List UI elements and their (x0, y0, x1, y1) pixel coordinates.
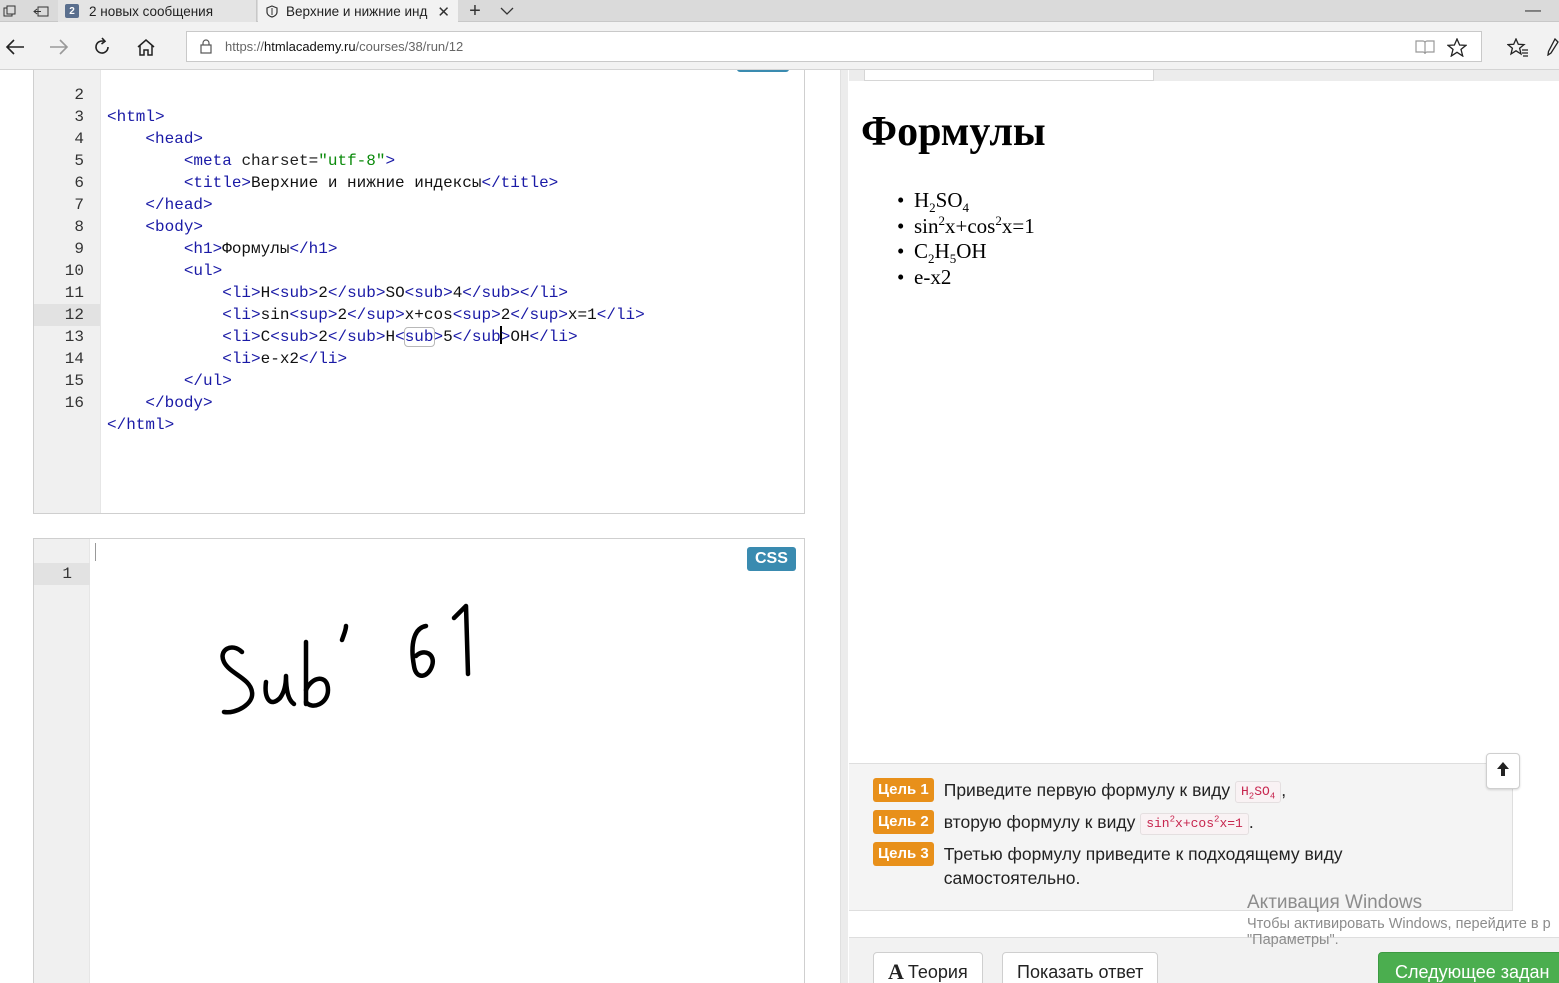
minimize-icon[interactable]: — (1518, 0, 1548, 22)
goal-badge: Цель 1 (873, 778, 934, 802)
task-text: вторую формулу к виду sin2x+cos2x=1. (944, 810, 1254, 835)
preview-tab[interactable] (864, 70, 1154, 81)
tab-label: 2 новых сообщения (89, 3, 214, 19)
tab-current-lesson[interactable]: Верхние и нижние инд ✕ (258, 0, 458, 22)
plus-icon[interactable]: + (462, 0, 488, 22)
handwritten-scribble (220, 603, 471, 715)
forward-arrow-icon[interactable] (46, 34, 72, 60)
text-cursor (95, 543, 96, 561)
code-line: 15 </body> (34, 348, 804, 412)
reading-view-icon[interactable] (1415, 39, 1435, 60)
code-line-active: 1 (34, 541, 804, 585)
code-line: 9 <ul> (34, 216, 804, 280)
pen-icon[interactable] (1546, 34, 1559, 60)
task-item: Цель 3 Третью формулу приведите к подход… (873, 842, 1343, 890)
url-path: /courses/38/run/12 (355, 39, 464, 54)
browser-tab-bar: 2 2 новых сообщения Верхние и нижние инд… (0, 0, 1559, 22)
code-text: </body> (145, 394, 213, 412)
line-number: 16 (64, 394, 84, 412)
url-scheme: https:// (225, 39, 265, 54)
task-text: Третью формулу приведите к подходящему в… (944, 842, 1343, 890)
code-line: 14 </ul> (34, 326, 804, 390)
code-line: 11 <li>sin<sup>2</sup>x+cos<sup>2</sup>x… (34, 260, 804, 324)
chevron-down-icon[interactable] (494, 0, 520, 22)
task-text: Приведите первую формулу к виду H2SO4, (944, 778, 1286, 803)
browser-nav-bar: https://htmlacademy.ru/courses/38/run/12 (0, 22, 1559, 70)
url-domain: htmlacademy.ru (264, 39, 356, 54)
css-code-editor[interactable]: 1 CSS (33, 538, 805, 983)
next-task-button[interactable]: Следующее задан (1378, 952, 1559, 983)
line-number: 1 (34, 563, 90, 585)
formula-list: H2SO4 sin2x+cos2x=1 C2H5OH e-x2 (897, 188, 1035, 290)
formula-item: C2H5OH (897, 239, 1035, 265)
theory-button[interactable]: A Теория (873, 952, 983, 983)
tab-notification-badge: 2 (65, 4, 79, 18)
formula-item: H2SO4 (897, 188, 1035, 214)
code-line: 5 <title>Верхние и нижние индексы</title… (34, 128, 804, 192)
code-line: 7 <body> (34, 172, 804, 236)
tab-messages[interactable]: 2 2 новых сообщения (58, 0, 257, 22)
code-line-active: 12 <li>C<sub>2</sub>H<sub>5</sub>OH</li> (34, 282, 804, 347)
favorites-hub-icon[interactable] (1505, 34, 1531, 60)
arrow-up-icon (1496, 761, 1510, 782)
set-aside-tabs-icon[interactable] (30, 0, 52, 22)
task-item: Цель 2 вторую формулу к виду sin2x+cos2x… (873, 810, 1254, 835)
favorite-star-icon[interactable] (1446, 37, 1468, 62)
task-punctuation: . (1248, 812, 1254, 832)
letter-a-icon: A (888, 959, 904, 983)
formula-chip: H2SO4 (1234, 781, 1282, 803)
tab-label: Верхние и нижние инд (286, 3, 428, 19)
preview-heading: Формулы (861, 109, 1046, 155)
code-line: 3 <head> (34, 84, 804, 148)
task-description: вторую формулу к виду (943, 812, 1136, 832)
button-label: Теория (907, 961, 968, 982)
tab-overview-icon[interactable] (0, 0, 18, 22)
address-bar[interactable]: https://htmlacademy.ru/courses/38/run/12 (186, 31, 1482, 62)
goal-badge: Цель 3 (873, 842, 934, 866)
show-answer-button[interactable]: Показать ответ (1002, 952, 1159, 983)
task-punctuation: , (1281, 780, 1287, 800)
scroll-up-button[interactable] (1486, 753, 1520, 789)
formula-item: sin2x+cos2x=1 (897, 214, 1035, 240)
shield-icon (266, 4, 278, 18)
code-text: </html> (107, 416, 175, 434)
close-icon[interactable]: ✕ (437, 3, 450, 21)
task-description: самостоятельно. (943, 868, 1081, 888)
code-line: 16 </html> (34, 370, 804, 434)
button-label: Следующее задан (1395, 961, 1550, 982)
url-text: https://htmlacademy.ru/courses/38/run/12 (225, 39, 463, 54)
panel-splitter[interactable] (840, 70, 848, 983)
code-line: 2 <html> (34, 70, 804, 126)
task-panel: Цель 1 Приведите первую формулу к виду H… (849, 763, 1513, 911)
home-icon[interactable] (133, 34, 159, 60)
back-arrow-icon[interactable] (2, 34, 28, 60)
code-line: 6 </head> (34, 150, 804, 214)
task-description: Третью формулу приведите к подходящему в… (943, 844, 1343, 864)
code-line: 8 <h1>Формулы</h1> (34, 194, 804, 258)
goal-badge: Цель 2 (873, 810, 934, 834)
code-line: 4 <meta charset="utf-8"> (34, 106, 804, 170)
lesson-action-bar: A Теория Показать ответ Следующее задан (849, 937, 1559, 983)
watermark-text: Чтобы активировать Windows, перейдите в … (1247, 916, 1551, 932)
result-preview: Формулы H2SO4 sin2x+cos2x=1 C2H5OH e-x2 (849, 70, 1559, 763)
lock-icon (200, 39, 212, 59)
css-badge: CSS (747, 547, 796, 571)
html-code-editor[interactable]: 2 <html> 3 <head> 4 <meta charset="utf-8… (33, 70, 805, 514)
task-item: Цель 1 Приведите первую формулу к виду H… (873, 778, 1286, 803)
task-description: Приведите первую формулу к виду (943, 780, 1231, 800)
button-label: Показать ответ (1017, 961, 1144, 982)
refresh-icon[interactable] (89, 34, 115, 60)
code-line: 13 <li>e-x2</li> (34, 304, 804, 368)
formula-item: e-x2 (897, 265, 1035, 291)
code-line: 10 <li>H<sub>2</sub>SO<sub>4</sub></li> (34, 238, 804, 302)
formula-chip: sin2x+cos2x=1 (1140, 813, 1249, 835)
